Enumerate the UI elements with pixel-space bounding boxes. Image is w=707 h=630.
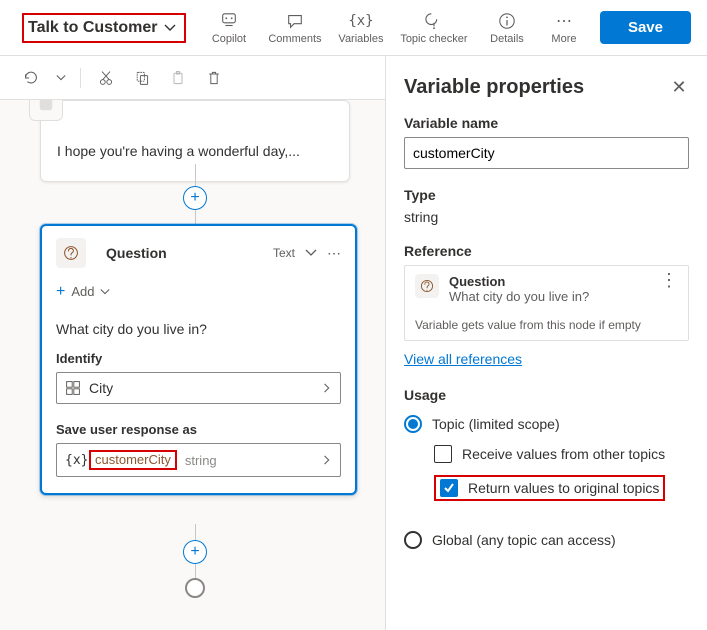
copy-button[interactable] (131, 67, 153, 89)
more-label: More (551, 33, 576, 45)
topic-title-dropdown[interactable]: Talk to Customer (22, 13, 186, 43)
question-text: What city do you live in? (56, 321, 341, 337)
message-text: I hope you're having a wonderful day,... (41, 101, 349, 171)
reference-note: Variable gets value from this node if em… (405, 312, 688, 340)
separator (80, 68, 81, 88)
entity-icon (65, 380, 81, 396)
usage-topic-label: Topic (limited scope) (432, 416, 560, 432)
radio-icon (404, 531, 422, 549)
reference-text: What city do you live in? (449, 289, 589, 304)
variables-label: Variables (338, 33, 383, 45)
tool-variables[interactable]: {x} Variables (332, 11, 390, 45)
save-button[interactable]: Save (600, 11, 691, 44)
details-icon (497, 11, 517, 31)
type-label: Type (404, 187, 689, 203)
variable-name-label: Variable name (404, 115, 689, 131)
close-button[interactable]: ✕ (669, 77, 689, 98)
chevron-right-icon (322, 455, 332, 465)
variable-icon: {x} (65, 453, 85, 468)
panel-title: Variable properties (404, 76, 584, 99)
save-response-field[interactable]: {x} customerCity string (56, 443, 341, 477)
paste-button[interactable] (167, 67, 189, 89)
more-icon[interactable]: ⋮ (660, 274, 678, 286)
tool-copilot[interactable]: Copilot (200, 11, 258, 45)
radio-icon (404, 415, 422, 433)
question-answer-type: Text (273, 246, 295, 260)
add-node-button[interactable]: + (183, 540, 207, 564)
view-all-references-link[interactable]: View all references (404, 351, 522, 367)
cut-button[interactable] (95, 67, 117, 89)
copilot-icon (219, 11, 239, 31)
question-title: Question (106, 245, 273, 261)
end-node (185, 578, 205, 598)
save-response-label: Save user response as (56, 422, 341, 437)
delete-button[interactable] (203, 67, 225, 89)
chevron-down-icon[interactable] (56, 73, 66, 83)
question-header: Question Text ⋯ (42, 226, 355, 280)
checkbox-icon (434, 445, 452, 463)
topic-checker-icon (424, 11, 444, 31)
question-icon (56, 238, 86, 268)
usage-return-label: Return values to original topics (468, 480, 659, 496)
topic-checker-label: Topic checker (400, 33, 467, 45)
add-question-button[interactable]: + Add (42, 280, 355, 309)
checkbox-icon (440, 479, 458, 497)
question-icon (415, 274, 439, 298)
message-icon (29, 100, 63, 121)
chevron-right-icon (322, 383, 332, 393)
variables-icon: {x} (351, 11, 371, 31)
tool-topic-checker[interactable]: Topic checker (398, 11, 470, 45)
header-toolbar: Copilot Comments {x} Variables Topic che… (200, 11, 691, 45)
chevron-down-icon (164, 22, 176, 34)
tool-more[interactable]: ⋯ More (544, 11, 584, 45)
more-icon[interactable]: ⋯ (327, 245, 341, 262)
variable-name-input[interactable] (404, 137, 689, 169)
usage-label: Usage (404, 387, 689, 403)
usage-return-checkbox[interactable]: Return values to original topics (440, 479, 659, 497)
reference-box: Question What city do you live in? ⋮ Var… (404, 265, 689, 341)
comments-label: Comments (268, 33, 321, 45)
type-value: string (404, 209, 689, 225)
reference-label: Reference (404, 243, 689, 259)
usage-topic-radio[interactable]: Topic (limited scope) (404, 409, 689, 439)
details-label: Details (490, 33, 524, 45)
identify-value: City (89, 380, 113, 396)
more-icon: ⋯ (554, 11, 574, 31)
header-bar: Talk to Customer Copilot Comments {x} Va… (0, 0, 707, 56)
undo-button[interactable] (20, 67, 42, 89)
comments-icon (285, 11, 305, 31)
tool-comments[interactable]: Comments (266, 11, 324, 45)
reference-title: Question (449, 274, 589, 289)
variable-type-chip: string (185, 453, 217, 468)
question-node[interactable]: Question Text ⋯ + Add What city do you l… (40, 224, 357, 495)
chevron-down-icon[interactable] (305, 247, 317, 259)
usage-receive-label: Receive values from other topics (462, 446, 665, 462)
copilot-label: Copilot (212, 33, 246, 45)
plus-icon: + (56, 285, 65, 299)
variable-name-chip: customerCity (89, 450, 177, 470)
usage-global-radio[interactable]: Global (any topic can access) (404, 525, 689, 555)
topic-title: Talk to Customer (28, 19, 158, 37)
chevron-down-icon (100, 287, 110, 297)
variable-properties-panel: Variable properties ✕ Variable name Type… (385, 56, 707, 630)
identify-label: Identify (56, 351, 341, 366)
add-node-button[interactable]: + (183, 186, 207, 210)
add-label: Add (71, 284, 94, 299)
usage-receive-checkbox[interactable]: Receive values from other topics (434, 439, 689, 469)
tool-details[interactable]: Details (478, 11, 536, 45)
authoring-canvas[interactable]: I hope you're having a wonderful day,...… (0, 100, 385, 630)
usage-global-label: Global (any topic can access) (432, 532, 616, 548)
connector (195, 210, 196, 224)
identify-field[interactable]: City (56, 372, 341, 404)
